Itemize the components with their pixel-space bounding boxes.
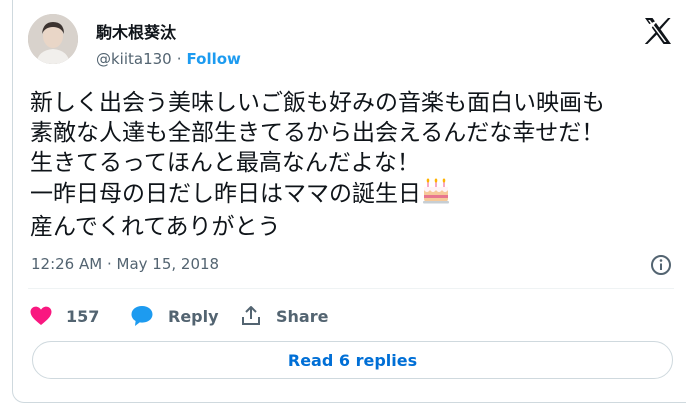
birthday-cake-icon (423, 178, 449, 212)
read-replies-label: Read 6 replies (287, 350, 418, 370)
tweet-line-4: 一昨日母の日だし昨日はママの誕生日 (30, 181, 421, 207)
info-icon[interactable] (650, 254, 672, 276)
reply-label: Reply (168, 306, 219, 326)
reply-button[interactable]: Reply (130, 305, 240, 327)
author-meta: @kiita130 · Follow (96, 50, 241, 68)
separator-dot: · (176, 50, 182, 68)
tweet-line-1: 新しく出会う美味しいご飯も好みの音楽も面白い映画も (30, 90, 605, 116)
share-label: Share (276, 306, 329, 326)
action-bar: 157 Reply Share (30, 301, 328, 331)
author-handle[interactable]: @kiita130 (96, 50, 172, 68)
divider (28, 288, 674, 289)
share-icon (240, 305, 262, 327)
tweet-text: 新しく出会う美味しいご飯も好みの音楽も面白い映画も 素敵な人達も全部生きてるから… (30, 88, 670, 242)
tweet-line-4-wrap: 一昨日母の日だし昨日はママの誕生日 (30, 178, 670, 212)
tweet-line-2: 素敵な人達も全部生きてるから出会えるんだな幸せだ！ (30, 120, 605, 146)
read-replies-button[interactable]: Read 6 replies (32, 341, 673, 379)
share-button[interactable]: Share (240, 305, 328, 327)
heart-icon (30, 306, 52, 326)
avatar[interactable] (28, 14, 78, 64)
x-logo-icon[interactable] (644, 18, 672, 44)
tweet-line-5: 産んでくれてありがとう (30, 214, 281, 240)
tweet-timestamp[interactable]: 12:26 AM · May 15, 2018 (31, 255, 219, 273)
reply-bubble-icon (130, 305, 154, 327)
like-button[interactable]: 157 (30, 306, 130, 326)
author-name[interactable]: 駒木根葵汰 (96, 19, 176, 43)
follow-button[interactable]: Follow (187, 50, 241, 68)
tweet-line-3: 生きてるってほんと最高なんだよな！ (30, 150, 420, 176)
like-count: 157 (66, 306, 100, 326)
